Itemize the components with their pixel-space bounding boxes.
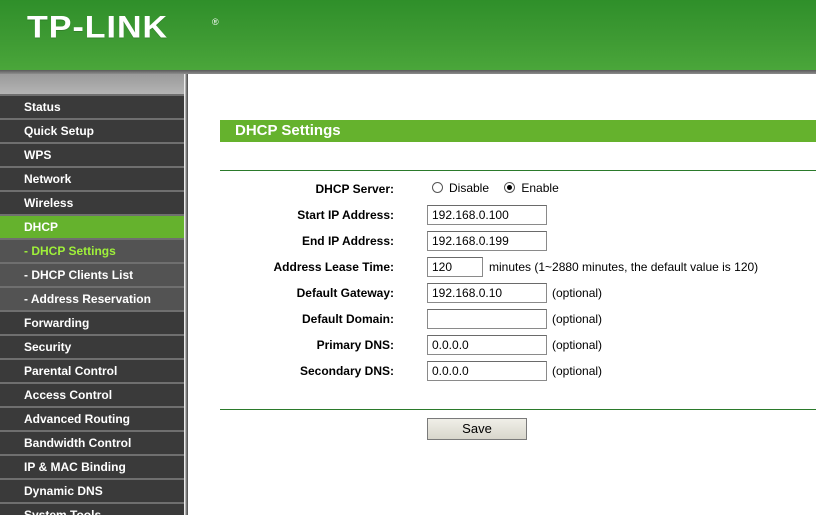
sidebar-item-wireless[interactable]: Wireless	[0, 192, 184, 214]
sidebar-top-bar	[0, 74, 184, 94]
dhcp-server-label: DHCP Server:	[315, 182, 394, 196]
sidebar-item-quick-setup[interactable]: Quick Setup	[0, 120, 184, 142]
sidebar-item-security[interactable]: Security	[0, 336, 184, 358]
sidebar-item-dhcp-clients-list[interactable]: - DHCP Clients List	[0, 264, 184, 286]
default-gateway-label: Default Gateway:	[296, 286, 394, 300]
page-title: DHCP Settings	[220, 120, 816, 142]
default-domain-input[interactable]	[427, 309, 547, 329]
sidebar-nav: Status Quick Setup WPS Network Wireless DHCP -…	[0, 74, 184, 515]
secondary-dns-note: (optional)	[552, 364, 603, 378]
sidebar-item-parental-control[interactable]: Parental Control	[0, 360, 184, 382]
lease-time-input[interactable]: 120	[427, 257, 483, 277]
header-banner: TP-LINK ®	[0, 0, 816, 70]
dhcp-enable-label: Enable	[521, 181, 559, 195]
secondary-dns-input[interactable]: 0.0.0.0	[427, 361, 547, 381]
secondary-dns-label: Secondary DNS:	[299, 364, 394, 378]
sidebar-item-access-control[interactable]: Access Control	[0, 384, 184, 406]
sidebar-item-system-tools[interactable]: System Tools	[0, 504, 184, 515]
sidebar-item-network[interactable]: Network	[0, 168, 184, 190]
default-domain-label: Default Domain:	[301, 312, 394, 326]
default-gateway-note: (optional)	[552, 286, 603, 300]
primary-dns-label: Primary DNS:	[316, 338, 394, 352]
dhcp-disable-radio[interactable]	[432, 182, 443, 193]
dhcp-enable-radio[interactable]	[504, 182, 516, 193]
default-gateway-input[interactable]: 192.168.0.10	[427, 283, 547, 303]
sidebar-divider	[184, 74, 188, 515]
end-ip-label: End IP Address:	[301, 234, 394, 248]
lease-time-label: Address Lease Time:	[273, 260, 395, 274]
sidebar-item-advanced-routing[interactable]: Advanced Routing	[0, 408, 184, 430]
save-button[interactable]: Save	[427, 418, 527, 440]
tp-link-logo: TP-LINK	[27, 10, 169, 45]
sidebar-item-wps[interactable]: WPS	[0, 144, 184, 166]
sidebar-item-dynamic-dns[interactable]: Dynamic DNS	[0, 480, 184, 502]
bottom-divider	[220, 409, 816, 410]
sidebar-item-status[interactable]: Status	[0, 96, 184, 118]
end-ip-input[interactable]: 192.168.0.199	[427, 231, 547, 251]
sidebar-item-dhcp[interactable]: DHCP	[0, 216, 184, 238]
top-divider	[220, 170, 816, 171]
sidebar-item-address-reservation[interactable]: - Address Reservation	[0, 288, 184, 310]
sidebar-item-bandwidth-control[interactable]: Bandwidth Control	[0, 432, 184, 454]
registered-mark: ®	[212, 17, 219, 27]
sidebar-menu-list: Status Quick Setup WPS Network Wireless DHCP -…	[0, 96, 184, 515]
sidebar-item-dhcp-settings[interactable]: - DHCP Settings	[0, 240, 184, 262]
primary-dns-input[interactable]: 0.0.0.0	[427, 335, 547, 355]
primary-dns-note: (optional)	[552, 338, 603, 352]
lease-time-note: minutes (1~2880 minutes, the default val…	[489, 260, 759, 274]
sidebar-item-ip-and-mac-binding[interactable]: IP & MAC Binding	[0, 456, 184, 478]
start-ip-input[interactable]: 192.168.0.100	[427, 205, 547, 225]
default-domain-note: (optional)	[552, 312, 603, 326]
start-ip-label: Start IP Address:	[297, 208, 394, 222]
dhcp-server-radio-group: Disable Enable	[432, 181, 571, 195]
sidebar-item-forwarding[interactable]: Forwarding	[0, 312, 184, 334]
dhcp-disable-label: Disable	[449, 181, 490, 195]
